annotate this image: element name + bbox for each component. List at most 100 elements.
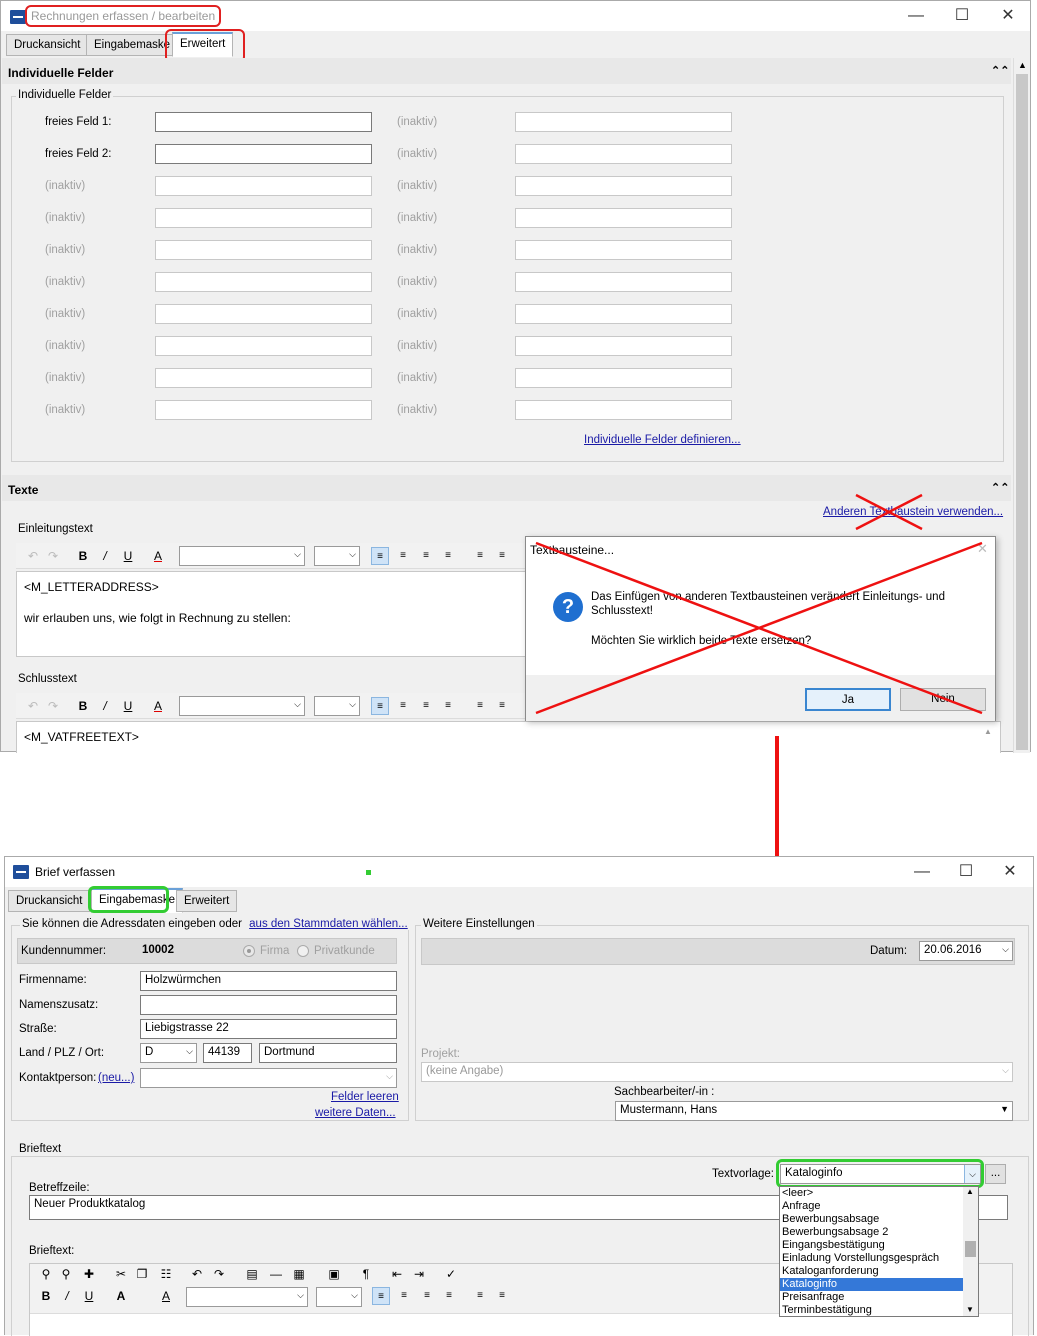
listbox-scrollbar[interactable]: ▲ ▼ xyxy=(963,1187,978,1316)
field-input[interactable] xyxy=(155,336,372,356)
select-icon[interactable]: ✚ xyxy=(80,1265,98,1283)
template-option[interactable]: Bewerbungsabsage 2 xyxy=(780,1226,964,1239)
font-color-icon[interactable]: A xyxy=(149,697,167,715)
template-option[interactable]: Preisanfrage xyxy=(780,1291,964,1304)
italic-icon[interactable]: / xyxy=(96,697,114,715)
scroll-down-icon[interactable]: ▼ xyxy=(966,1305,974,1314)
bullet-list-icon[interactable]: ≡ xyxy=(471,1287,489,1305)
redo-icon[interactable]: ↷ xyxy=(210,1265,228,1283)
clerk-select[interactable]: Mustermann, Hans ▼ xyxy=(615,1101,1013,1121)
pilcrow-icon[interactable]: ¶ xyxy=(357,1265,375,1283)
minimize-icon-2[interactable]: — xyxy=(899,857,945,887)
bullet-list-icon[interactable]: ≡ xyxy=(471,697,489,715)
template-option[interactable]: Eingangsbestätigung xyxy=(780,1239,964,1252)
collapse-texts-icon[interactable]: ⌃⌃ xyxy=(991,481,1009,494)
undo-icon[interactable]: ↶ xyxy=(24,697,42,715)
field-input[interactable] xyxy=(155,272,372,292)
align-left-icon[interactable]: ≡ xyxy=(371,547,389,565)
size-select[interactable]: ⌵ xyxy=(316,1287,362,1307)
template-option[interactable]: Bewerbungsabsage xyxy=(780,1213,964,1226)
maximize-icon[interactable]: ☐ xyxy=(939,1,985,31)
radio-private[interactable] xyxy=(297,945,309,957)
project-select[interactable]: (keine Angabe) ⌵ xyxy=(421,1062,1013,1082)
template-option[interactable]: <leer> xyxy=(780,1187,964,1200)
template-ellipsis-button[interactable]: ... xyxy=(985,1164,1006,1184)
more-data-link[interactable]: weitere Daten... xyxy=(315,1107,396,1119)
tab-druckansicht[interactable]: Druckansicht xyxy=(6,34,89,56)
font-select[interactable]: ⌵ xyxy=(179,546,305,566)
undo-icon[interactable]: ↶ xyxy=(24,547,42,565)
field-input[interactable] xyxy=(155,400,372,420)
closing-editor[interactable]: <M_VATFREETEXT> xyxy=(16,721,1001,753)
section-individual-fields[interactable]: Individuelle Felder xyxy=(2,58,1011,84)
justify-icon[interactable]: ≡ xyxy=(440,1287,458,1305)
field-input-right[interactable] xyxy=(515,112,732,132)
zip-input[interactable]: 44139 xyxy=(203,1043,252,1063)
field-input-right[interactable] xyxy=(515,336,732,356)
editor-scroll-up-icon[interactable]: ▲ xyxy=(984,727,992,736)
bold-icon[interactable]: B xyxy=(37,1287,55,1305)
underline-icon[interactable]: U xyxy=(119,697,137,715)
font-color-icon[interactable]: A xyxy=(157,1287,175,1305)
clear-fields-link[interactable]: Felder leeren xyxy=(331,1091,399,1103)
redo-icon[interactable]: ↷ xyxy=(44,547,62,565)
tab-druckansicht-2[interactable]: Druckansicht xyxy=(8,890,91,912)
italic-icon[interactable]: / xyxy=(58,1287,76,1305)
field-input-right[interactable] xyxy=(515,272,732,292)
justify-icon[interactable]: ≡ xyxy=(439,697,457,715)
hr-icon[interactable]: — xyxy=(267,1265,285,1283)
align-right-icon[interactable]: ≡ xyxy=(418,1287,436,1305)
field-input-right[interactable] xyxy=(515,176,732,196)
scroll-thumb[interactable] xyxy=(1016,74,1028,750)
field-input-right[interactable] xyxy=(515,368,732,388)
bold-icon[interactable]: B xyxy=(74,697,92,715)
maximize-icon-2[interactable]: ☐ xyxy=(943,857,989,887)
italic-icon[interactable]: / xyxy=(96,547,114,565)
template-option[interactable]: Einladung Vorstellungsgespräch xyxy=(780,1252,964,1265)
replace-icon[interactable]: ⚲ xyxy=(57,1265,75,1283)
align-center-icon[interactable]: ≡ xyxy=(395,1287,413,1305)
font-size-icon[interactable]: A xyxy=(112,1287,130,1305)
align-center-icon[interactable]: ≡ xyxy=(394,697,412,715)
field-input[interactable] xyxy=(155,208,372,228)
underline-icon[interactable]: U xyxy=(80,1287,98,1305)
field-input[interactable] xyxy=(155,368,372,388)
close-icon[interactable]: ✕ xyxy=(985,1,1031,31)
numbered-list-icon[interactable]: ≡ xyxy=(493,1287,511,1305)
field-input[interactable] xyxy=(155,144,372,164)
outdent-icon[interactable]: ⇤ xyxy=(388,1265,406,1283)
paste-icon[interactable]: ☷ xyxy=(157,1265,175,1283)
intro-editor[interactable]: <M_LETTERADDRESS> wir erlauben uns, wie … xyxy=(16,571,531,657)
template-option[interactable]: Terminbestätigung xyxy=(780,1304,964,1317)
listbox-thumb[interactable] xyxy=(965,1241,976,1257)
template-option[interactable]: Kataloganforderung xyxy=(780,1265,964,1278)
scroll-up-icon[interactable]: ▲ xyxy=(966,1187,974,1196)
align-left-icon[interactable]: ≡ xyxy=(372,1287,390,1305)
contact-select[interactable]: ⌵ xyxy=(140,1068,397,1088)
spellcheck-icon[interactable]: ✓ xyxy=(442,1265,460,1283)
city-input[interactable]: Dortmund xyxy=(259,1043,397,1063)
minimize-icon[interactable]: — xyxy=(893,1,939,31)
country-select[interactable]: D ⌵ xyxy=(140,1043,197,1063)
field-input-right[interactable] xyxy=(515,208,732,228)
numbered-list-icon[interactable]: ≡ xyxy=(493,697,511,715)
size-select[interactable]: ⌵ xyxy=(314,546,360,566)
field-input[interactable] xyxy=(155,176,372,196)
undo-icon[interactable]: ↶ xyxy=(188,1265,206,1283)
close-icon-2[interactable]: ✕ xyxy=(987,857,1033,887)
numbered-list-icon[interactable]: ≡ xyxy=(493,547,511,565)
redo-icon[interactable]: ↷ xyxy=(44,697,62,715)
template-option[interactable]: Kataloginfo xyxy=(780,1278,964,1291)
field-icon[interactable]: ▤ xyxy=(243,1265,261,1283)
field-input-right[interactable] xyxy=(515,304,732,324)
align-left-icon[interactable]: ≡ xyxy=(371,697,389,715)
field-input-right[interactable] xyxy=(515,144,732,164)
field-input-right[interactable] xyxy=(515,240,732,260)
image-icon[interactable]: ▣ xyxy=(325,1265,343,1283)
bullet-list-icon[interactable]: ≡ xyxy=(471,547,489,565)
indent-icon[interactable]: ⇥ xyxy=(410,1265,428,1283)
company-input[interactable]: Holzwürmchen xyxy=(140,971,397,991)
radio-company[interactable] xyxy=(243,945,255,957)
street-input[interactable]: Liebigstrasse 22 xyxy=(140,1019,397,1039)
align-center-icon[interactable]: ≡ xyxy=(394,547,412,565)
